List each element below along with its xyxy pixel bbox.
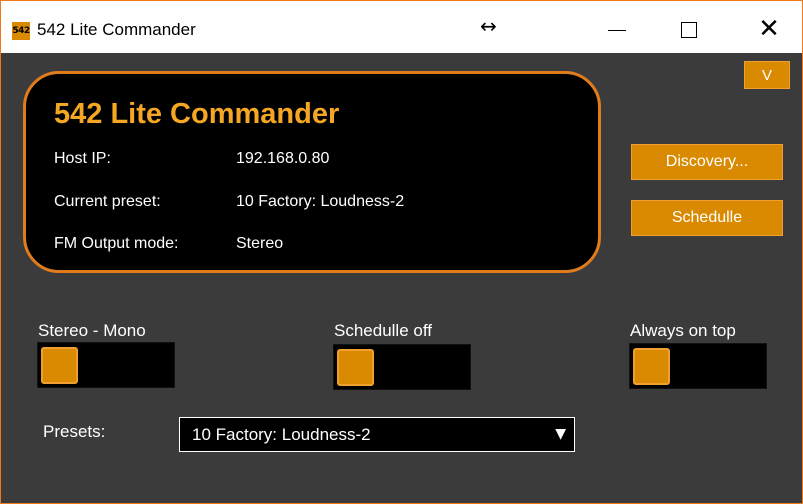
schedule-off-toggle[interactable] (333, 344, 471, 390)
resize-horizontal-icon[interactable]: ↔ (480, 14, 497, 38)
always-on-top-label: Always on top (630, 321, 736, 340)
maximize-icon (681, 22, 697, 38)
close-icon: ✕ (758, 14, 780, 44)
stereo-mono-toggle[interactable] (37, 342, 175, 388)
presets-dropdown[interactable]: 10 Factory: Loudness-2 ▼ (179, 417, 575, 452)
app-window: 542 542 Lite Commander ↔ ✕ 542 Lite Comm… (0, 0, 803, 504)
toggle-knob[interactable] (633, 348, 670, 385)
schedule-off-label: Schedulle off (334, 321, 432, 340)
stereo-mono-label: Stereo - Mono (38, 321, 146, 340)
current-preset-value: 10 Factory: Loudness-2 (236, 193, 405, 210)
title-bar[interactable]: 542 542 Lite Commander ↔ ✕ (1, 1, 802, 53)
minimize-icon (608, 29, 626, 31)
app-logo-icon: 542 (12, 22, 30, 40)
schedule-button[interactable]: Schedulle (631, 200, 783, 236)
always-on-top-toggle[interactable] (629, 343, 767, 389)
host-ip-label: Host IP: (54, 150, 111, 167)
maximize-button[interactable] (659, 1, 719, 53)
fm-output-mode-value: Stereo (236, 235, 284, 252)
version-button[interactable]: V (744, 61, 790, 89)
discovery-button[interactable]: Discovery... (631, 144, 783, 180)
panel-title: 542 Lite Commander (54, 98, 340, 130)
toggle-knob[interactable] (337, 349, 374, 386)
window-title: 542 Lite Commander (37, 20, 196, 39)
status-panel: 542 Lite Commander Host IP: 192.168.0.80… (23, 71, 601, 273)
dropdown-arrow-icon[interactable]: ▼ (555, 426, 566, 442)
current-preset-label: Current preset: (54, 193, 161, 210)
host-ip-value: 192.168.0.80 (236, 150, 330, 167)
toggle-knob[interactable] (41, 347, 78, 384)
presets-selected-value: 10 Factory: Loudness-2 (192, 425, 371, 444)
presets-label: Presets: (43, 422, 106, 441)
minimize-button[interactable] (587, 1, 647, 53)
fm-output-mode-label: FM Output mode: (54, 235, 179, 252)
close-button[interactable]: ✕ (739, 1, 799, 53)
